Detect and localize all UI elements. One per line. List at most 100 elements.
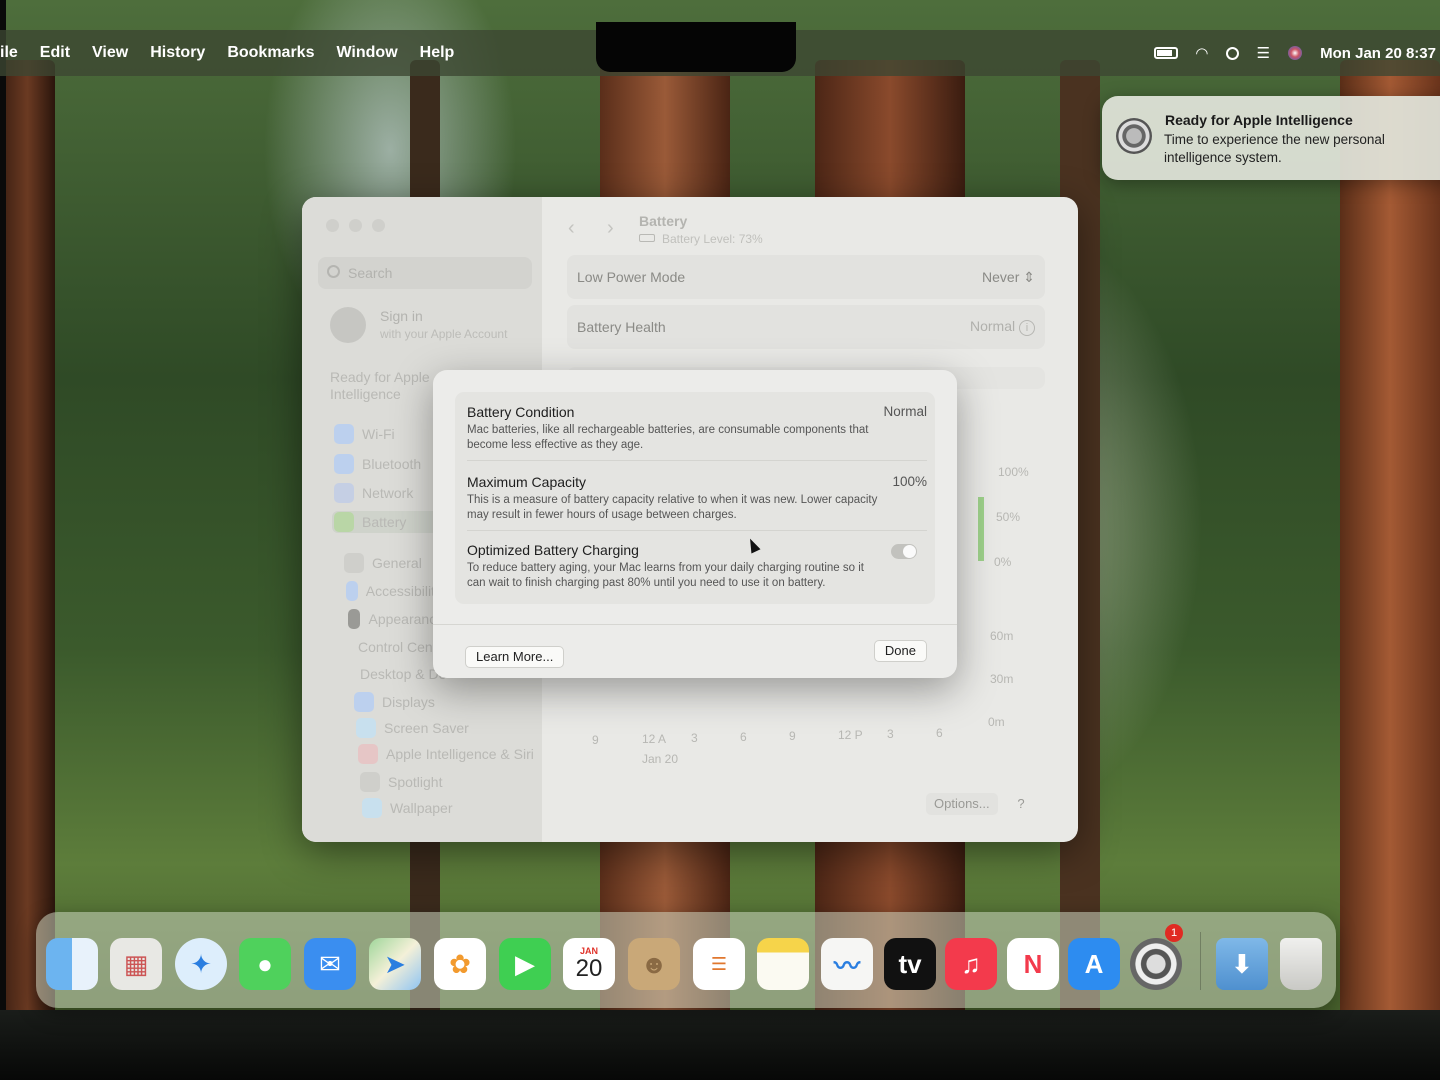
forward-chevron-icon[interactable]: › bbox=[607, 217, 614, 240]
close-button[interactable] bbox=[326, 219, 339, 232]
options-button[interactable]: Options... bbox=[926, 793, 998, 815]
calendar-icon[interactable]: JAN 20 bbox=[563, 938, 615, 990]
sidebar-item-spotlight[interactable]: Spotlight bbox=[360, 771, 442, 793]
accessibility-icon bbox=[346, 581, 358, 601]
optimized-charging-toggle[interactable] bbox=[891, 544, 917, 559]
siri-icon bbox=[358, 744, 378, 764]
wallpaper-icon bbox=[362, 798, 382, 818]
battery-condition-title: Battery Condition bbox=[467, 404, 575, 420]
sidebar-item-wifi[interactable]: Wi-Fi bbox=[334, 423, 395, 445]
menu-window[interactable]: Window bbox=[325, 44, 408, 62]
chart-tick-label: 100% bbox=[998, 465, 1029, 479]
menu-help[interactable]: Help bbox=[409, 44, 466, 62]
screen-bezel bbox=[0, 0, 6, 1080]
sidebar-item-label: Bluetooth bbox=[362, 456, 422, 472]
battery-health-label: Battery Health bbox=[577, 319, 666, 335]
photos-icon[interactable]: ✿ bbox=[434, 938, 486, 990]
system-settings-icon bbox=[1116, 118, 1152, 154]
system-settings-icon[interactable] bbox=[1130, 938, 1182, 990]
maximum-capacity-value: 100% bbox=[892, 474, 927, 489]
sidebar-item-accessibility[interactable]: Accessibility bbox=[346, 580, 442, 602]
messages-icon[interactable]: ● bbox=[239, 938, 291, 990]
sidebar-item-label: Screen Saver bbox=[384, 720, 469, 736]
news-icon[interactable]: N bbox=[1007, 938, 1059, 990]
sidebar-item-control-centre[interactable]: Control Centre bbox=[350, 636, 446, 658]
maximum-capacity-description: This is a measure of battery capacity re… bbox=[467, 494, 878, 521]
info-icon[interactable]: i bbox=[1019, 320, 1035, 336]
sidebar-item-bluetooth[interactable]: Bluetooth bbox=[334, 453, 421, 475]
tv-icon[interactable]: tv bbox=[884, 938, 936, 990]
menu-bookmarks[interactable]: Bookmarks bbox=[216, 44, 325, 62]
menu-history[interactable]: History bbox=[139, 44, 216, 62]
spotlight-search-icon[interactable] bbox=[1225, 46, 1239, 60]
notification-body: Time to experience the new personal inte… bbox=[1164, 132, 1385, 165]
optimized-charging-section: Optimized Battery Charging To reduce bat… bbox=[467, 542, 927, 591]
notification-title: Ready for Apple Intelligence bbox=[1165, 112, 1353, 128]
sidebar-item-wallpaper[interactable]: Wallpaper bbox=[362, 797, 453, 819]
search-input[interactable]: Search bbox=[318, 257, 532, 289]
freeform-icon[interactable]: 〰 bbox=[821, 938, 873, 990]
battery-condition-section: Battery Condition Mac batteries, like al… bbox=[467, 404, 927, 453]
downloads-folder-icon[interactable]: ⬇ bbox=[1216, 938, 1268, 990]
trash-icon[interactable] bbox=[1280, 938, 1322, 990]
safari-icon[interactable]: ✦ bbox=[175, 938, 227, 990]
sidebar-item-network[interactable]: Network bbox=[334, 482, 413, 504]
control-center-icon[interactable]: ☰ bbox=[1257, 44, 1270, 62]
zoom-button[interactable] bbox=[372, 219, 385, 232]
battery-health-value: Normal bbox=[969, 318, 1016, 334]
screen-bezel bbox=[0, 1010, 1440, 1080]
appearance-icon bbox=[348, 609, 361, 629]
divider bbox=[433, 624, 957, 625]
maximum-capacity-section: Maximum Capacity This is a measure of ba… bbox=[467, 474, 927, 523]
chart-tick-label: 6 bbox=[740, 730, 747, 744]
app-store-icon[interactable]: A bbox=[1068, 938, 1120, 990]
apple-intelligence-promo[interactable]: Ready for Apple Intelligence bbox=[330, 369, 450, 403]
sidebar-item-general[interactable]: General bbox=[344, 552, 422, 574]
mail-icon[interactable]: ✉ bbox=[304, 938, 356, 990]
wifi-icon[interactable]: ◠ bbox=[1196, 44, 1208, 62]
maps-icon[interactable]: ➤ bbox=[369, 938, 421, 990]
sidebar-item-label: Battery bbox=[362, 514, 407, 530]
music-icon[interactable]: ♫ bbox=[945, 938, 997, 990]
notes-icon[interactable] bbox=[757, 938, 809, 990]
help-button[interactable]: ? bbox=[1010, 793, 1032, 815]
dock-divider bbox=[1200, 932, 1201, 990]
chart-tick-label: 12 A bbox=[642, 732, 667, 746]
sidebar-item-displays[interactable]: Displays bbox=[354, 691, 435, 713]
siri-icon[interactable] bbox=[1288, 46, 1303, 60]
calendar-day: 20 bbox=[575, 955, 603, 982]
window-controls bbox=[326, 219, 385, 232]
sidebar-item-appearance[interactable]: Appearance bbox=[348, 608, 444, 630]
avatar bbox=[330, 307, 366, 343]
notification-banner[interactable]: Ready for Apple Intelligence Time to exp… bbox=[1102, 96, 1440, 180]
menu-view[interactable]: View bbox=[81, 44, 139, 62]
maximum-capacity-title: Maximum Capacity bbox=[467, 474, 587, 490]
contacts-icon[interactable]: ☻ bbox=[628, 938, 680, 990]
chart-date-label: Jan 20 bbox=[642, 752, 679, 766]
low-power-mode-row: Low Power Mode Never ⇕ bbox=[567, 255, 1045, 299]
sidebar-item-apple-intelligence-siri[interactable]: Apple Intelligence & Siri bbox=[358, 743, 534, 765]
chart-tick-label: 50% bbox=[996, 510, 1021, 524]
low-power-mode-select[interactable]: Never ⇕ bbox=[982, 269, 1035, 286]
menu-bar-clock[interactable]: Mon Jan 20 8:37 bbox=[1320, 45, 1436, 62]
sidebar-item-label: Spotlight bbox=[388, 774, 443, 790]
chart-tick-label: 3 bbox=[691, 731, 698, 745]
reminders-icon[interactable]: ☰ bbox=[693, 938, 745, 990]
done-button[interactable]: Done bbox=[873, 640, 927, 662]
sidebar-item-screen-saver[interactable]: Screen Saver bbox=[356, 717, 469, 739]
battery-icon[interactable] bbox=[1154, 47, 1179, 59]
learn-more-button[interactable]: Learn More... bbox=[465, 646, 565, 668]
battery-health-row: Battery Health Normal i bbox=[567, 305, 1045, 349]
launchpad-icon[interactable]: ▦ bbox=[110, 938, 162, 990]
battery-level-bar bbox=[978, 497, 984, 561]
battery-health-dialog: Battery Condition Mac batteries, like al… bbox=[433, 370, 957, 678]
menu-file[interactable]: ile bbox=[0, 44, 29, 62]
minimize-button[interactable] bbox=[349, 219, 362, 232]
divider bbox=[467, 460, 927, 461]
back-chevron-icon[interactable]: ‹ bbox=[568, 217, 575, 240]
tv-label: tv bbox=[898, 948, 922, 979]
display-icon bbox=[354, 692, 374, 712]
menu-edit[interactable]: Edit bbox=[29, 44, 81, 62]
facetime-icon[interactable]: ▶ bbox=[499, 938, 551, 990]
finder-icon[interactable] bbox=[46, 938, 98, 990]
